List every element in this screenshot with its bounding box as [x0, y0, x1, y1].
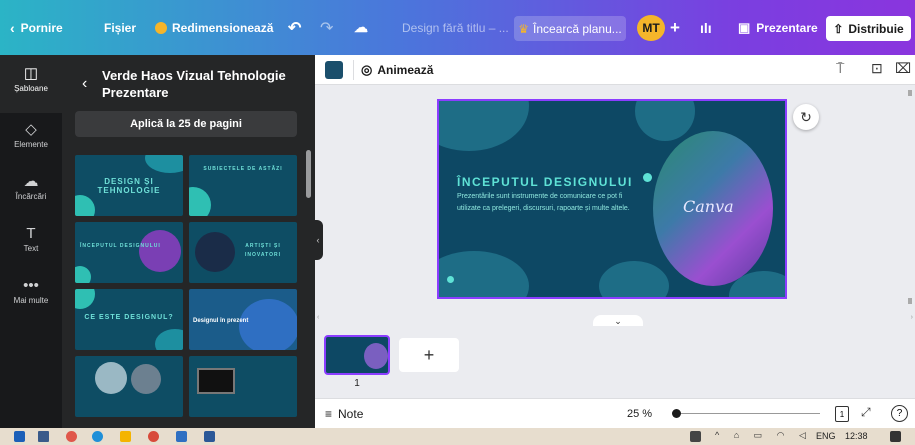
- zoom-slider[interactable]: [675, 413, 820, 414]
- store-icon[interactable]: [176, 431, 187, 442]
- slide-canvas[interactable]: Canva ÎNCEPUTUL DESIGNULUI Prezentările …: [437, 99, 787, 299]
- help-button[interactable]: ?: [891, 405, 908, 422]
- upload-icon: ☁: [23, 173, 39, 190]
- edge-icon[interactable]: [92, 431, 103, 442]
- language-indicator[interactable]: ENG: [816, 431, 836, 441]
- page-count[interactable]: 1: [835, 406, 849, 422]
- template-thumb[interactable]: ÎNCEPUTUL DESIGNULUI: [75, 222, 183, 283]
- color-swatch[interactable]: [325, 61, 343, 79]
- avatar[interactable]: MT: [637, 15, 665, 41]
- undo-icon[interactable]: ↶: [288, 0, 301, 55]
- upgrade-button[interactable]: ♛ Încearcă planu...: [514, 16, 626, 41]
- word-icon[interactable]: [204, 431, 215, 442]
- page-thumbnail[interactable]: [324, 335, 390, 375]
- trash-icon[interactable]: ⌧: [895, 60, 911, 77]
- template-thumb[interactable]: ARTIȘTI ȘI INOVATORI: [189, 222, 297, 283]
- refresh-icon[interactable]: ↻: [793, 104, 819, 130]
- rail-item-more[interactable]: ••• Mai multe: [0, 269, 62, 321]
- rail-item-text[interactable]: T Text: [0, 217, 62, 269]
- system-tray-icon[interactable]: [690, 431, 701, 442]
- app-icon[interactable]: [66, 431, 77, 442]
- add-collaborator-icon[interactable]: +: [670, 0, 680, 55]
- editor-toolbar: ◎ Animează ⍑ ⊡ ⌧: [315, 55, 915, 85]
- template-thumb[interactable]: [189, 356, 297, 417]
- fullscreen-icon[interactable]: ⤢: [861, 405, 871, 420]
- crown-icon: ♛: [518, 21, 530, 36]
- more-icon: •••: [23, 277, 39, 294]
- animate-button[interactable]: ◎ Animează: [361, 55, 433, 85]
- rail-item-elements[interactable]: ◇ Elemente: [0, 113, 62, 165]
- template-thumb[interactable]: SUBIECTELE DE ASTĂZI: [189, 155, 297, 216]
- rail-item-uploads[interactable]: ☁ Încărcări: [0, 165, 62, 217]
- template-thumb[interactable]: [75, 356, 183, 417]
- side-rail: ◫ Șabloane ◇ Elemente ☁ Încărcări T Text •••…: [0, 55, 62, 428]
- rail-item-templates[interactable]: ◫ Șabloane: [0, 55, 62, 113]
- zoom-value[interactable]: 25 %: [627, 399, 652, 429]
- notes-button[interactable]: ≡ Note: [325, 399, 363, 429]
- panel-scrollbar[interactable]: [306, 150, 311, 198]
- collapse-panel-button[interactable]: ‹: [313, 220, 323, 260]
- animate-icon: ◎: [361, 62, 373, 77]
- pages-strip: 1 +: [315, 326, 915, 398]
- file-menu[interactable]: Fișier: [104, 0, 136, 55]
- add-page-button[interactable]: +: [399, 338, 459, 372]
- text-icon: T: [26, 225, 36, 242]
- template-thumb[interactable]: Designul în prezent: [189, 289, 297, 350]
- notification-icon[interactable]: [890, 431, 901, 442]
- slide-heading[interactable]: ÎNCEPUTUL DESIGNULUI: [457, 175, 633, 189]
- panel-title: Verde Haos Vizual Tehnologie Prezentare: [102, 68, 286, 100]
- clock[interactable]: 12:38: [845, 431, 868, 441]
- document-title[interactable]: Design fără titlu – ...: [402, 0, 509, 55]
- windows-start-icon[interactable]: [14, 431, 25, 442]
- divider: [353, 60, 354, 80]
- present-button[interactable]: ▣ Prezentare: [738, 0, 818, 55]
- resize-button[interactable]: Redimensionează: [155, 0, 273, 55]
- share-button[interactable]: ⇧ Distribuie: [826, 16, 911, 41]
- cloud-save-icon[interactable]: ☁: [354, 0, 368, 55]
- share-icon: ⇧: [833, 21, 844, 36]
- redo-icon[interactable]: ↷: [320, 0, 333, 55]
- apply-all-button[interactable]: Aplică la 25 de pagini: [75, 111, 297, 137]
- elements-icon: ◇: [25, 121, 37, 138]
- task-view-icon[interactable]: [38, 431, 49, 442]
- windows-taskbar: ^ ⌂ ▭ ◠ ◁ ENG 12:38: [0, 428, 915, 445]
- template-thumb[interactable]: CE ESTE DESIGNUL?: [75, 289, 183, 350]
- tray-icons[interactable]: ^ ⌂ ▭ ◠ ◁: [715, 430, 812, 441]
- crown-icon: [155, 21, 167, 34]
- chevron-left-icon: ‹: [10, 19, 15, 36]
- templates-panel: ‹ Verde Haos Vizual Tehnologie Prezentar…: [62, 55, 315, 428]
- slide-body[interactable]: Prezentările sunt instrumente de comunic…: [457, 191, 632, 214]
- canvas-scrollbar[interactable]: [906, 86, 913, 306]
- lock-icon[interactable]: ⊡: [871, 60, 883, 77]
- zoom-slider-handle[interactable]: [672, 409, 681, 418]
- file-explorer-icon[interactable]: [120, 431, 131, 442]
- present-icon: ▣: [738, 19, 751, 35]
- canva-logo: Canva: [683, 197, 734, 216]
- top-bar: ‹ Pornire Fișier Redimensionează ↶ ↷ ☁ De…: [0, 0, 915, 55]
- chart-icon[interactable]: ılı: [700, 0, 712, 55]
- back-chevron-icon[interactable]: ‹: [82, 75, 87, 93]
- home-button[interactable]: ‹ Pornire: [10, 0, 63, 55]
- template-icon: ◫: [23, 65, 39, 82]
- notes-icon: ≡: [325, 407, 333, 421]
- paint-roller-icon[interactable]: ⍑: [836, 60, 844, 77]
- chrome-icon[interactable]: [148, 431, 159, 442]
- page-number: 1: [354, 378, 360, 389]
- template-thumb[interactable]: DESIGN ȘI TEHNOLOGIE: [75, 155, 183, 216]
- editor-footer: ≡ Note 25 % 1 ⤢ ?: [315, 398, 915, 428]
